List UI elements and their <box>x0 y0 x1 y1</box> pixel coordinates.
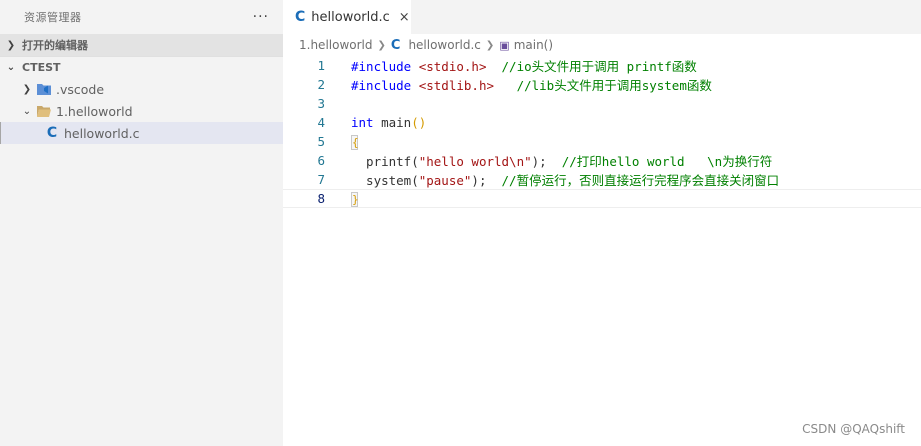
open-editors-section[interactable]: ❯ 打开的编辑器 <box>0 34 283 56</box>
c-file-icon: C <box>390 37 401 53</box>
breadcrumb-file[interactable]: helloworld.c <box>408 38 480 52</box>
parentheses: () <box>411 115 427 130</box>
breadcrumb-folder[interactable]: 1.helloworld <box>299 38 373 52</box>
tree-item-vscode[interactable]: ❯ .vscode <box>0 78 283 100</box>
line-number: 2 <box>317 77 325 92</box>
function-symbol-icon: ▣ <box>499 38 510 52</box>
code-line: 5 { <box>283 132 921 151</box>
line-number: 7 <box>317 172 325 187</box>
editor-area: C helloworld.c × 1.helloworld ❯ C hellow… <box>283 0 921 446</box>
preprocessor-directive: #include <box>351 78 419 93</box>
line-number: 4 <box>317 115 325 130</box>
explorer-header: 资源管理器 ··· <box>0 0 283 34</box>
workspace-label: CTEST <box>22 61 61 74</box>
string-literal: "hello world\n" <box>418 154 532 169</box>
tab-label: helloworld.c <box>311 9 390 25</box>
statement-end: ); <box>471 173 487 188</box>
code-editor[interactable]: 1 #include <stdio.h> //io头文件用于调用 printf函… <box>283 56 921 208</box>
code-comment: //暂停运行，否则直接运行完程序会直接关闭窗口 <box>486 173 780 188</box>
chevron-right-icon: ❯ <box>6 39 16 51</box>
close-icon[interactable]: × <box>399 10 410 25</box>
code-comment: //lib头文件用于调用system函数 <box>494 78 712 93</box>
close-brace: } <box>351 191 359 207</box>
chevron-right-icon: ❯ <box>485 39 495 51</box>
watermark: CSDN @QAQshift <box>802 422 905 436</box>
line-number: 5 <box>317 134 325 149</box>
function-name: main <box>373 115 412 130</box>
code-comment: //io头文件用于调用 printf函数 <box>486 59 697 74</box>
code-comment: //打印hello world \n为换行符 <box>546 154 773 169</box>
c-file-icon: C <box>295 9 306 25</box>
line-number: 6 <box>317 153 325 168</box>
tree-item-helloworld-c[interactable]: C helloworld.c <box>0 122 283 144</box>
workspace-section[interactable]: ⌄ CTEST <box>0 56 283 78</box>
include-header: <stdlib.h> <box>418 78 494 93</box>
chevron-right-icon: ❯ <box>377 39 386 51</box>
open-brace: { <box>351 134 359 150</box>
code-line: 6 printf("hello world\n"); //打印hello wor… <box>283 151 921 170</box>
tab-bar: C helloworld.c × <box>283 0 921 34</box>
code-text: } <box>351 191 359 207</box>
breadcrumb-symbol[interactable]: main() <box>514 38 553 52</box>
function-call: printf( <box>351 154 419 169</box>
tab-helloworld-c[interactable]: C helloworld.c × <box>283 0 411 34</box>
code-text: printf("hello world\n"); //打印hello world… <box>351 151 772 170</box>
code-line: 4 int main() <box>283 113 921 132</box>
vscode-folder-icon <box>34 82 54 96</box>
tree-item-label: .vscode <box>56 81 105 97</box>
code-text: #include <stdio.h> //io头文件用于调用 printf函数 <box>351 56 697 75</box>
code-line: 1 #include <stdio.h> //io头文件用于调用 printf函… <box>283 56 921 75</box>
function-call: system( <box>351 173 419 188</box>
code-text: #include <stdlib.h> //lib头文件用于调用system函数 <box>351 75 712 94</box>
code-line: 3 <box>283 94 921 113</box>
keyword: int <box>351 115 374 130</box>
open-editors-label: 打开的编辑器 <box>22 39 88 52</box>
code-line-current: 8 } <box>283 189 921 208</box>
explorer-sidebar: 资源管理器 ··· ❯ 打开的编辑器 ⌄ CTEST ❯ .vscode ⌄ 1… <box>0 0 283 446</box>
tree-item-label: 1.helloworld <box>56 103 133 119</box>
c-file-icon: C <box>46 125 58 141</box>
code-text: system("pause"); //暂停运行，否则直接运行完程序会直接关闭窗口 <box>351 170 779 189</box>
include-header: <stdio.h> <box>418 59 487 74</box>
preprocessor-directive: #include <box>351 59 419 74</box>
line-number: 1 <box>317 58 325 73</box>
tree-item-label: helloworld.c <box>64 125 140 141</box>
tree-item-helloworld-folder[interactable]: ⌄ 1.helloworld <box>0 100 283 122</box>
code-line: 2 #include <stdlib.h> //lib头文件用于调用system… <box>283 75 921 94</box>
string-literal: "pause" <box>418 173 472 188</box>
chevron-down-icon: ⌄ <box>22 105 32 117</box>
code-text: int main() <box>351 115 426 130</box>
statement-end: ); <box>531 154 547 169</box>
breadcrumb: 1.helloworld ❯ C helloworld.c ❯ ▣ main() <box>283 34 921 56</box>
line-number: 8 <box>317 191 325 206</box>
explorer-title: 资源管理器 <box>24 11 82 24</box>
line-number: 3 <box>317 96 325 111</box>
code-text: { <box>351 134 359 150</box>
code-line: 7 system("pause"); //暂停运行，否则直接运行完程序会直接关闭… <box>283 170 921 189</box>
chevron-down-icon: ⌄ <box>6 62 16 73</box>
folder-open-icon <box>34 104 54 118</box>
chevron-right-icon: ❯ <box>22 83 32 95</box>
more-actions-icon[interactable]: ··· <box>253 9 269 25</box>
